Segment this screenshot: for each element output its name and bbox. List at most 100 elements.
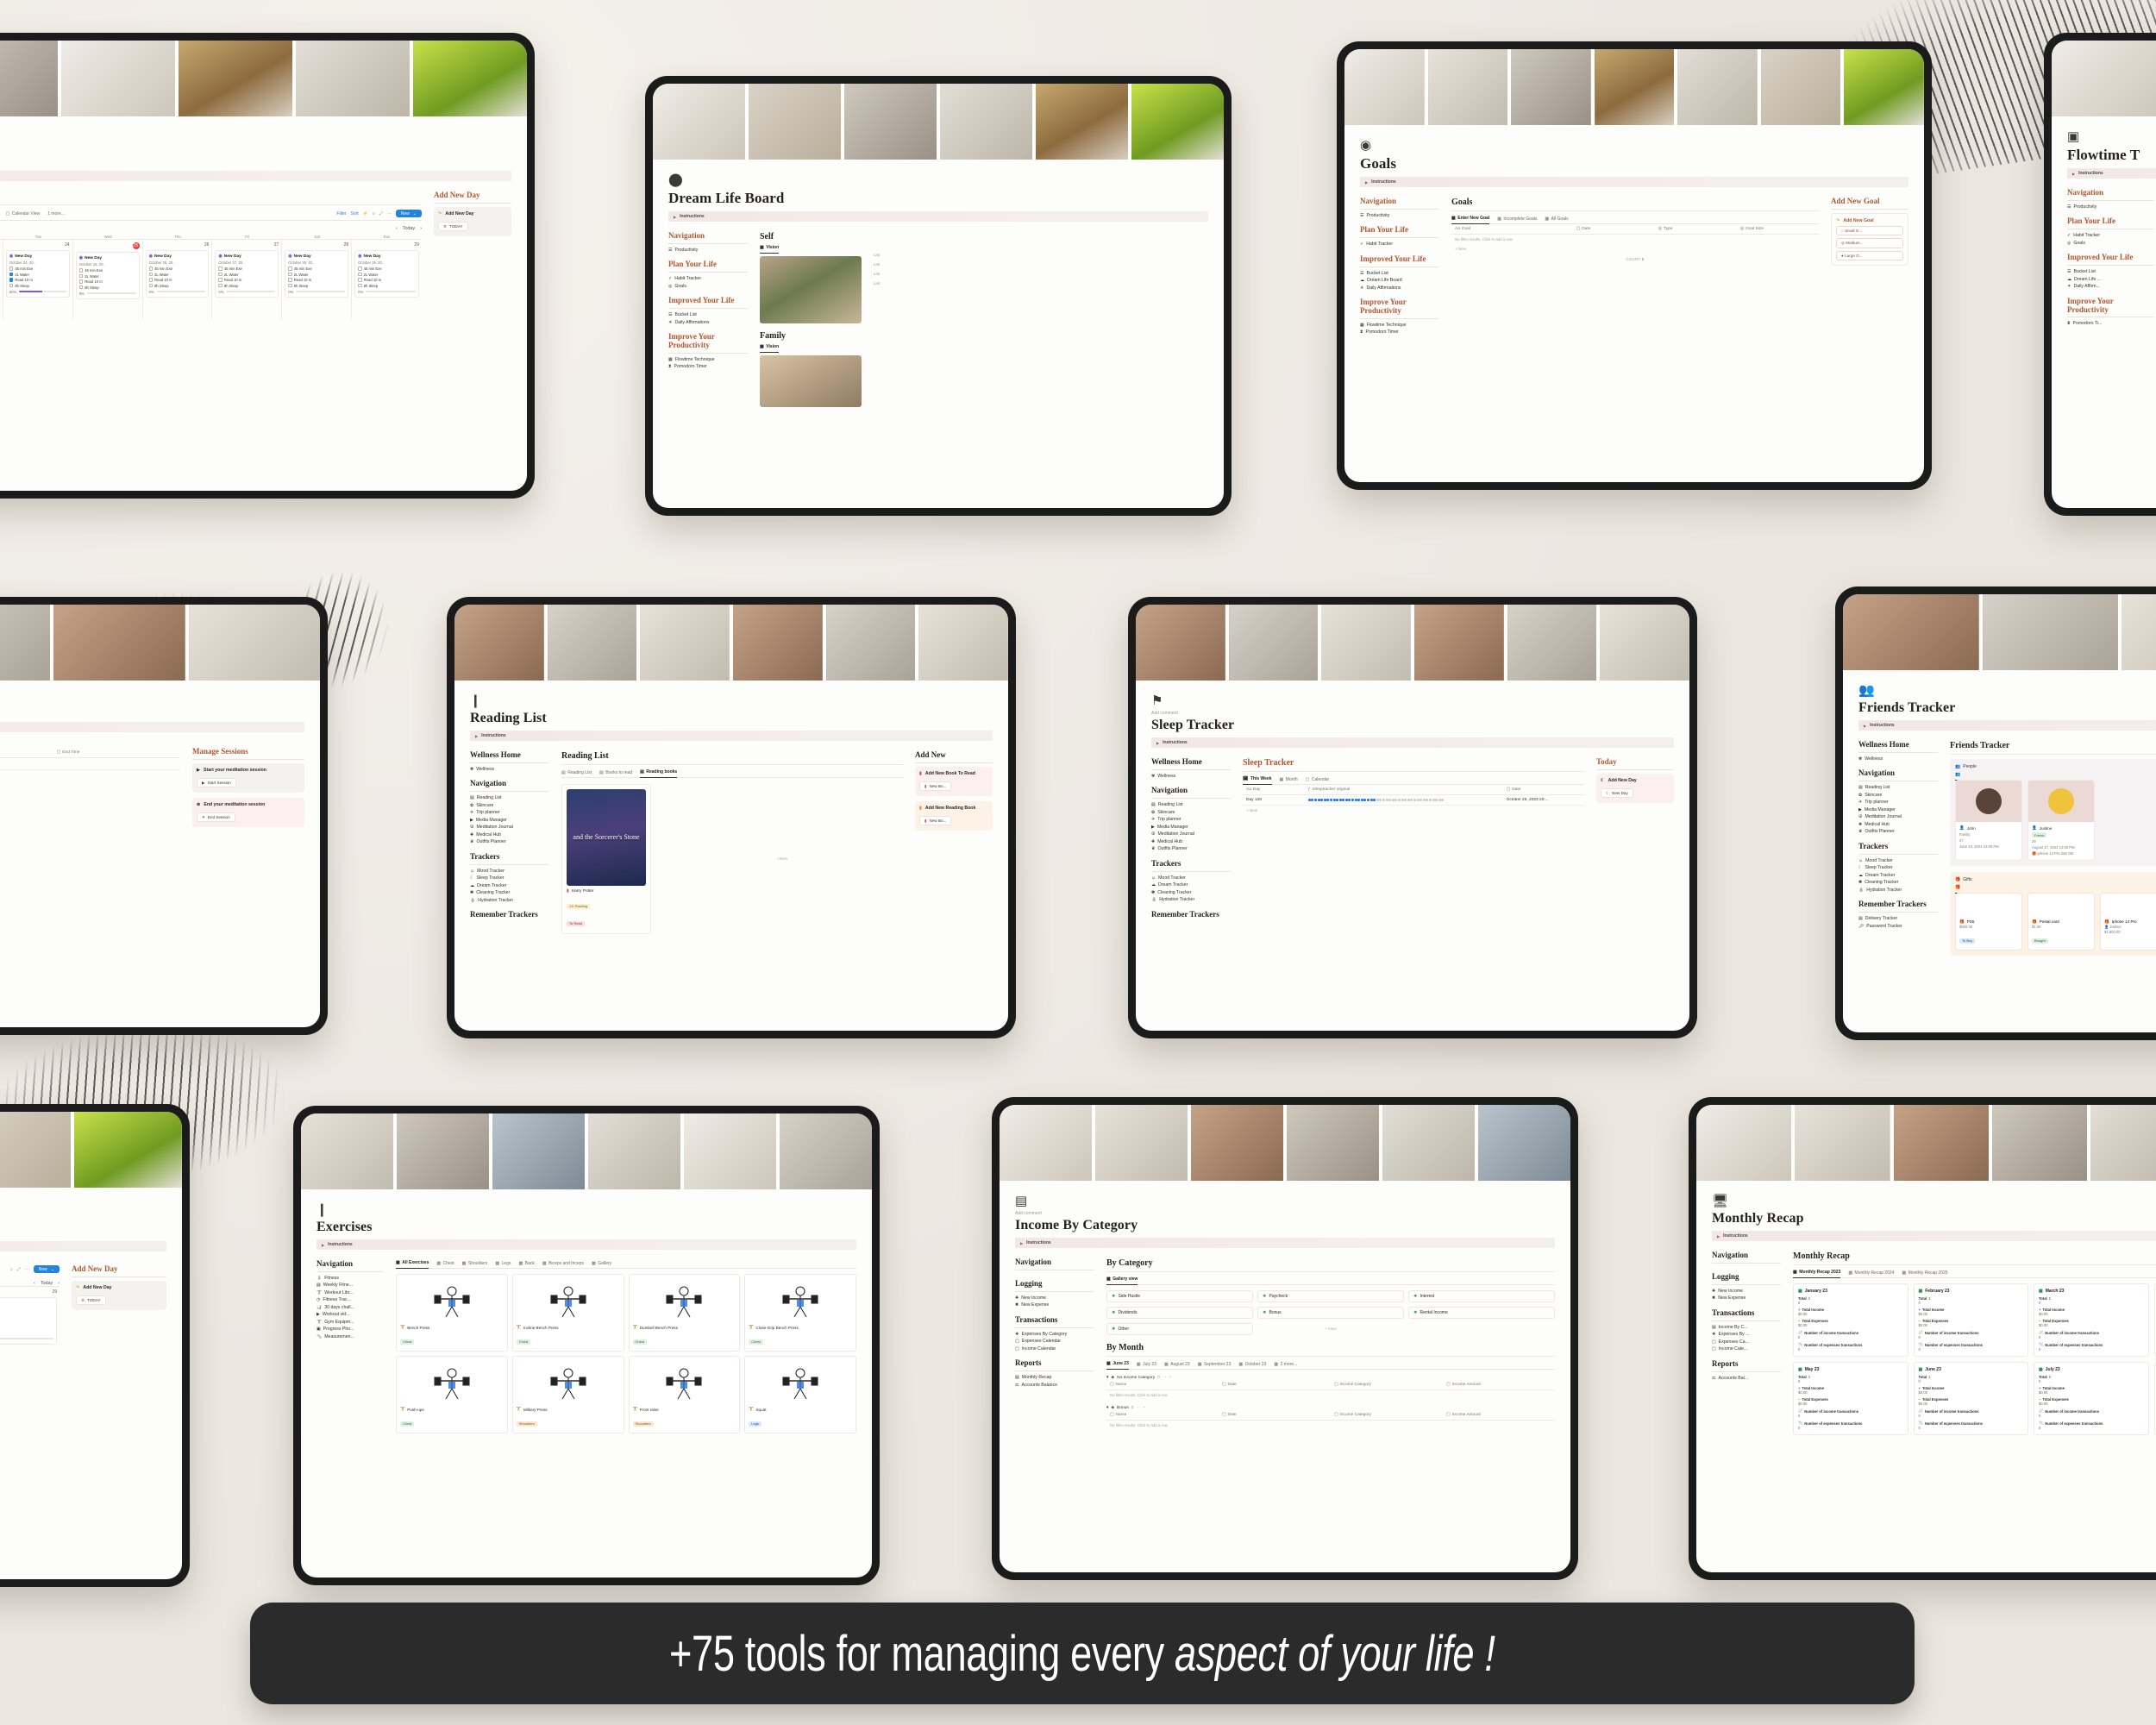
habit-row[interactable]: Read 10 m (0, 1325, 53, 1329)
category-chip[interactable]: ❖Paycheck (1257, 1290, 1404, 1302)
habit-day-card[interactable]: ◉New DayOctober 29, 20..45 min Exe2L Wat… (0, 1297, 57, 1345)
instructions-toggle[interactable]: ▶ Instructions (1712, 1231, 2156, 1241)
instructions-toggle[interactable]: ▶ Instructions (470, 731, 993, 741)
sidebar-item-media-manager[interactable]: ▶Media Manager (470, 818, 549, 823)
tab-month[interactable]: ▦October 23 (1238, 1362, 1266, 1370)
sidebar-item-flowtime[interactable]: ▦Flowtime Technique (668, 357, 748, 362)
category-chip[interactable]: ❖Dividends (1106, 1307, 1253, 1319)
sidebar-item-dream-tracker[interactable]: ☁Dream Tracker (470, 883, 549, 888)
sidebar-item-delivery-tracker[interactable]: ▤Delivery Tracker (1858, 916, 1938, 921)
tab-all-exercises[interactable]: ▩All Exercises (396, 1260, 429, 1269)
sidebar-item-hydration-tracker[interactable]: 💧Hydration Tracker (1151, 897, 1231, 902)
sidebar-item-trip-planner[interactable]: ✈Trip planner (1151, 817, 1231, 822)
habit-row[interactable]: 45 min Exe (288, 267, 345, 271)
add-comment-label[interactable]: Add comment (1015, 1211, 1555, 1216)
calendar-day-cell[interactable]: 29◉New DayOctober 29, 20..45 min Exe2L W… (352, 240, 422, 319)
list-item[interactable]: List (874, 262, 1208, 267)
sidebar-item-medical-hub[interactable]: ✚Medical Hub (1858, 822, 1938, 827)
tab-incomplete-goals[interactable]: ▦Incomplete Goals (1497, 216, 1537, 224)
new-row-button[interactable]: + New (1243, 806, 1584, 815)
sidebar-item-new-expense[interactable]: ✖New Expense (1712, 1295, 1781, 1301)
calendar-day-cell[interactable]: 26◉New DayOctober 26, 20..45 min Exe2L W… (143, 240, 213, 319)
recap-month-card[interactable]: ▦January 23Total Σ0+ Total Income$0.00− … (1793, 1283, 1908, 1357)
sidebar-item-new-expense[interactable]: ✖New Expense (1015, 1302, 1094, 1308)
large-goal-button[interactable]: ● Large G... (1836, 251, 1903, 260)
habit-row[interactable]: Read 10 m (218, 278, 275, 282)
habit-row[interactable]: Read 10 m (358, 278, 416, 282)
habit-checkbox[interactable] (218, 284, 222, 288)
sidebar-item-monthly-recap[interactable]: ▤Monthly Recap (1015, 1375, 1094, 1380)
tab-legs[interactable]: ▩Legs (495, 1261, 511, 1269)
habit-checkbox[interactable] (358, 284, 362, 288)
exercise-card[interactable]: 🏋SquatLegs (744, 1356, 856, 1433)
sidebar-item-income-by-c[interactable]: ▤Income By C... (1712, 1325, 1781, 1330)
sidebar-item-goals[interactable]: ◎Goals (668, 284, 748, 289)
recap-month-card[interactable]: ▦March 23Total Σ0+ Total Income$0.00− To… (2034, 1283, 2149, 1357)
sidebar-item-workout-vid[interactable]: ▶Workout vid... (317, 1312, 384, 1317)
sidebar-item-goals[interactable]: ◎Goals (2067, 241, 2153, 246)
habit-row[interactable]: Read 10 m (9, 278, 66, 282)
habit-row[interactable]: Read 10 m (288, 278, 345, 282)
tab-calendar-view[interactable]: ▢Calendar View (5, 211, 40, 219)
calendar-day-cell[interactable]: 28◉New DayOctober 28, 20..45 min Exe2L W… (282, 240, 352, 319)
instructions-toggle[interactable]: ▶ Instructions (0, 722, 304, 732)
habit-day-card[interactable]: ◉New DayOctober 26, 20..45 min Exe2L Wat… (146, 250, 210, 298)
table-row[interactable]: Day 128 October 25, 2023 20:... (1243, 795, 1584, 806)
habit-row[interactable]: 2L Water (79, 274, 136, 279)
sidebar-item-daily-affirmations[interactable]: ☀Daily Affirmations (1360, 285, 1439, 291)
expand-icon[interactable]: ⤢ (379, 211, 383, 216)
tab-chest[interactable]: ▩Chest (436, 1261, 454, 1269)
habit-day-card[interactable]: ◉New DayOctober 29, 20..45 min Exe2L Wat… (354, 250, 419, 298)
habit-checkbox[interactable] (79, 268, 84, 273)
sidebar-item-medical-hub[interactable]: ✚Medical Hub (470, 832, 549, 837)
next-month-button[interactable]: › (58, 1281, 60, 1286)
habit-checkbox[interactable] (149, 284, 154, 288)
habit-row[interactable]: 2L Water (288, 273, 345, 277)
habit-checkbox[interactable] (149, 278, 154, 282)
exercise-card[interactable]: 🏋Military PressShoulders (512, 1356, 624, 1433)
sidebar-item-daily-affirmations[interactable]: ☀Daily Affirm... (2067, 284, 2153, 289)
instructions-toggle[interactable]: ▶ Instructions (317, 1239, 856, 1250)
gift-card[interactable]: 🎁Iphone 14 Pro👤 Justine$1,600.00 (2100, 893, 2156, 950)
book-card[interactable]: and the Sorcerer's Stone ▮ Harry Potter … (561, 784, 651, 934)
sidebar-item-expenses-by[interactable]: ❖Expenses By ... (1712, 1332, 1781, 1337)
sidebar-item-media-manager[interactable]: ▶Media Manager (1151, 825, 1231, 830)
sidebar-item-media-manager[interactable]: ▶Media Manager (1858, 807, 1938, 812)
sidebar-item-workout-libr[interactable]: 🏋Workout Libr... (317, 1290, 384, 1295)
instructions-toggle[interactable]: ▶ Instructions (668, 211, 1208, 222)
person-card[interactable]: 👤JohnFamily27June 10, 2024 12:00 PM (1955, 780, 2022, 861)
tab-month[interactable]: ▦September 23 (1198, 1362, 1232, 1370)
medium-goal-button[interactable]: ◎ Medium... (1836, 238, 1903, 248)
tab-enter-new-goal[interactable]: ▦Enter New Goal (1451, 216, 1489, 224)
habit-checkbox[interactable] (358, 273, 362, 277)
tab-month[interactable]: ▦2 more... (1274, 1362, 1297, 1370)
habit-row[interactable]: 45 min Exe (79, 268, 136, 273)
habit-row[interactable]: Read 10 m (149, 278, 206, 282)
sidebar-item-wellness[interactable]: ✾Wellness (1151, 774, 1231, 779)
new-button[interactable]: New⌄ (34, 1265, 60, 1273)
sidebar-item-accounts-balance[interactable]: ⚖Accounts Balance (1015, 1383, 1094, 1388)
habit-row[interactable]: 2L Water (0, 1320, 53, 1324)
habit-checkbox[interactable] (218, 267, 222, 271)
sidebar-item-gym-equipm[interactable]: 🏋Gym Equipm... (317, 1320, 384, 1325)
habit-row[interactable]: 8h Sleep (79, 285, 136, 290)
sidebar-item-password-tracker[interactable]: 🔑Password Tracker (1858, 924, 1938, 929)
habit-checkbox[interactable] (218, 273, 222, 277)
sidebar-item-daily-affirmations[interactable]: ☀Daily Affirmations (668, 320, 748, 325)
habit-checkbox[interactable] (288, 284, 292, 288)
person-card[interactable]: 👤JustineFriend29August 17, 2024 12:00 PM… (2028, 780, 2095, 861)
habit-checkbox[interactable] (358, 267, 362, 271)
instructions-toggle[interactable]: ▶ Instructions (1151, 737, 1674, 748)
sidebar-item-outfits-planner[interactable]: ♛Outfits Planner (470, 839, 549, 844)
sidebar-item-outfits-planner[interactable]: ♛Outfits Planner (1858, 829, 1938, 834)
recap-month-card[interactable]: ▦June 23Total Σ0+ Total Income$0.00− Tot… (1914, 1362, 2029, 1435)
filter-button[interactable]: Filter (336, 211, 346, 216)
habit-checkbox[interactable] (9, 273, 14, 277)
today-add-button[interactable]: ⚙TODAY (438, 222, 468, 231)
tab-gallery[interactable]: ▩Gallery (592, 1261, 611, 1269)
next-month-button[interactable]: › (420, 226, 422, 231)
sidebar-item-dream-tracker[interactable]: ☁Dream Tracker (1151, 882, 1231, 888)
category-chip[interactable]: ❖Bonus (1257, 1307, 1404, 1319)
sidebar-item-pomodoro[interactable]: ⧗Pomodoro Timer (668, 364, 748, 369)
recap-month-card[interactable]: ▦February 23Total Σ0+ Total Income$0.00−… (1914, 1283, 2029, 1357)
